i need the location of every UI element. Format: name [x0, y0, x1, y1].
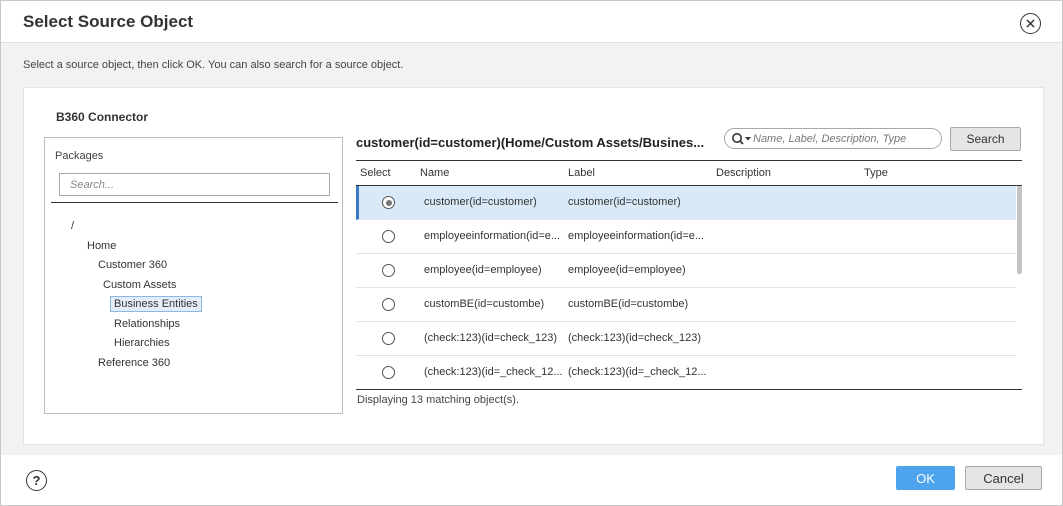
table-header: Select Name Label Description Type: [356, 161, 1022, 185]
row-radio-button[interactable]: [382, 230, 395, 243]
table-body: customer(id=customer) customer(id=custom…: [356, 186, 1016, 389]
dialog-header: Select Source Object: [1, 1, 1062, 43]
row-label: (check:123)(id=check_123): [568, 332, 701, 344]
search-icon[interactable]: [731, 132, 753, 146]
row-name: customBE(id=custombe): [424, 298, 545, 310]
help-button[interactable]: ?: [26, 470, 47, 491]
row-name: employee(id=employee): [424, 264, 542, 276]
instruction-text: Select a source object, then click OK. Y…: [23, 59, 404, 71]
table-row[interactable]: customBE(id=custombe) customBE(id=custom…: [356, 288, 1016, 322]
column-header-label: Label: [568, 167, 595, 179]
select-source-object-dialog: Select Source Object Select a source obj…: [0, 0, 1063, 506]
row-radio-button[interactable]: [382, 332, 395, 345]
column-header-name: Name: [420, 167, 450, 179]
row-label: employee(id=employee): [568, 264, 686, 276]
tree-item-relationships[interactable]: Relationships: [114, 318, 180, 330]
tree-item-customer-360[interactable]: Customer 360: [98, 259, 167, 271]
column-header-description: Description: [716, 167, 772, 179]
row-radio-button[interactable]: [382, 196, 395, 209]
cancel-button[interactable]: Cancel: [965, 466, 1042, 490]
row-radio-button[interactable]: [382, 264, 395, 277]
row-name: customer(id=customer): [424, 196, 537, 208]
packages-search-input[interactable]: [59, 173, 330, 196]
close-button[interactable]: [1020, 13, 1041, 34]
table-row[interactable]: employeeinformation(id=e... employeeinfo…: [356, 220, 1016, 254]
object-path-heading: customer(id=customer)(Home/Custom Assets…: [356, 135, 705, 150]
tree-item-root[interactable]: /: [71, 220, 74, 232]
table-bottom-border: [356, 389, 1022, 390]
dialog-title: Select Source Object: [23, 12, 194, 31]
search-button[interactable]: Search: [950, 127, 1021, 151]
dialog-body: Select a source object, then click OK. Y…: [1, 43, 1062, 455]
row-name: employeeinformation(id=e...: [424, 230, 561, 242]
tree-item-custom-assets[interactable]: Custom Assets: [103, 279, 176, 291]
table-scrollbar[interactable]: [1017, 186, 1022, 274]
object-search-input[interactable]: [753, 130, 938, 147]
row-name: (check:123)(id=check_123): [424, 332, 557, 344]
tree-item-reference-360[interactable]: Reference 360: [98, 357, 170, 369]
column-header-type: Type: [864, 167, 888, 179]
content-panel: B360 Connector Packages / Home Customer …: [23, 87, 1044, 445]
ok-button[interactable]: OK: [896, 466, 955, 490]
object-search-box[interactable]: [724, 128, 942, 149]
row-label: (check:123)(id=_check_12...: [568, 366, 707, 378]
row-radio-button[interactable]: [382, 366, 395, 379]
row-label: customer(id=customer): [568, 196, 681, 208]
matching-objects-count: Displaying 13 matching object(s).: [357, 394, 520, 406]
objects-table: Select Name Label Description Type custo…: [356, 160, 1022, 390]
row-name: (check:123)(id=_check_12...: [424, 366, 563, 378]
row-label: employeeinformation(id=e...: [568, 230, 705, 242]
tree-item-business-entities[interactable]: Business Entities: [110, 296, 202, 312]
connector-title: B360 Connector: [56, 110, 149, 124]
table-row[interactable]: (check:123)(id=check_123) (check:123)(id…: [356, 322, 1016, 356]
table-row[interactable]: employee(id=employee) employee(id=employ…: [356, 254, 1016, 288]
packages-divider: [51, 202, 338, 203]
table-row[interactable]: (check:123)(id=_check_12... (check:123)(…: [356, 356, 1016, 389]
column-header-select: Select: [360, 167, 391, 179]
packages-label: Packages: [55, 150, 104, 162]
row-label: customBE(id=custombe): [568, 298, 689, 310]
tree-item-hierarchies[interactable]: Hierarchies: [114, 337, 170, 349]
table-row[interactable]: customer(id=customer) customer(id=custom…: [356, 186, 1016, 220]
tree-item-home[interactable]: Home: [87, 240, 116, 252]
row-radio-button[interactable]: [382, 298, 395, 311]
packages-panel: Packages / Home Customer 360 Custom Asse…: [44, 137, 343, 414]
close-icon: [1026, 19, 1035, 28]
